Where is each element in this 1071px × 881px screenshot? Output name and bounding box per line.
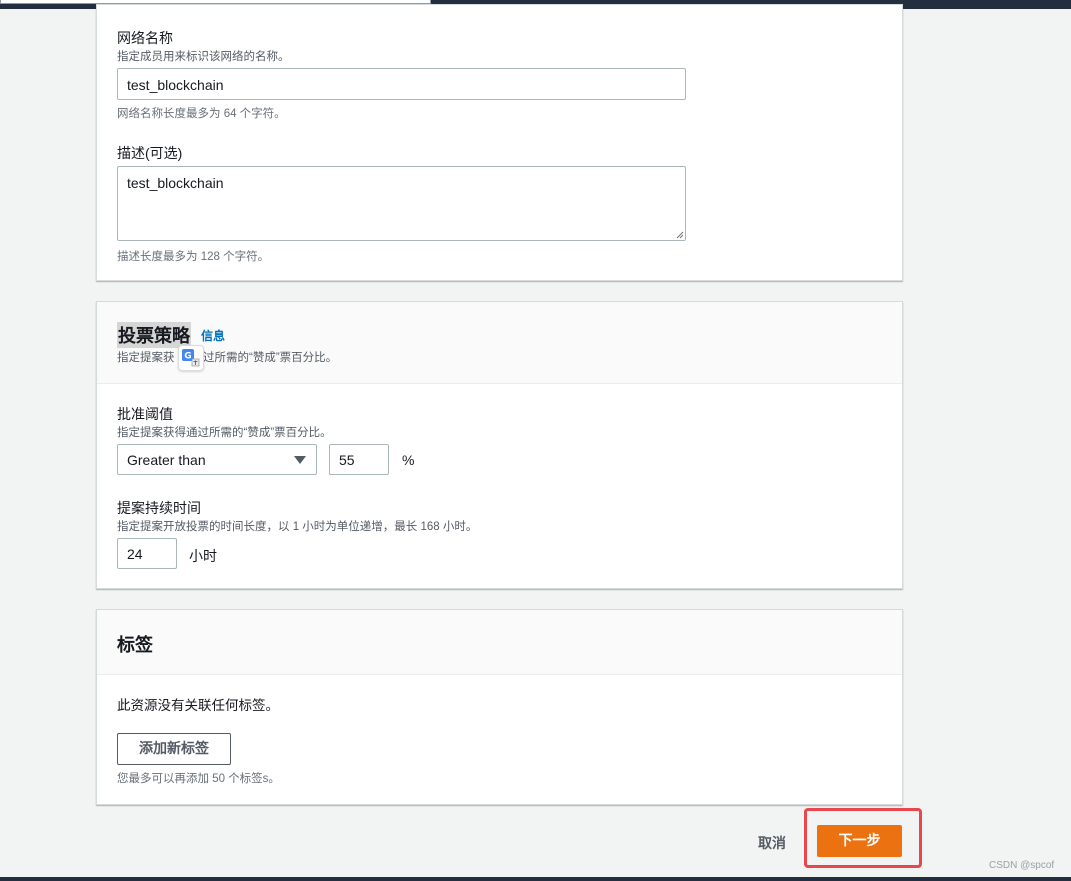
network-name-description: 指定成员用来标识该网络的名称。 <box>117 51 290 63</box>
proposal-duration-unit: 小时 <box>189 548 217 564</box>
proposal-duration-label: 提案持续时间 <box>117 500 201 516</box>
add-new-tag-button[interactable]: 添加新标签 <box>117 733 231 765</box>
network-name-hint: 网络名称长度最多为 64 个字符。 <box>117 108 286 120</box>
voting-policy-panel: 投票策略 信息 指定提案获 过所需的“赞成”票百分比。 G 批准阈值 指定提案获… <box>96 301 903 589</box>
network-details-panel: 网络名称 指定成员用来标识该网络的名称。 test_blockchain 网络名… <box>96 4 903 281</box>
description-hint: 描述长度最多为 128 个字符。 <box>117 251 270 263</box>
google-translate-icon[interactable]: G <box>178 345 204 371</box>
voting-policy-header: 投票策略 信息 指定提案获 过所需的“赞成”票百分比。 G <box>97 302 902 384</box>
bottom-bar <box>0 877 1071 881</box>
csdn-watermark: CSDN @spcof <box>989 860 1055 871</box>
description-text: test_blockchain <box>127 175 224 191</box>
cancel-button[interactable]: 取消 <box>758 833 786 853</box>
next-button[interactable]: 下一步 <box>817 825 902 857</box>
voting-policy-subtitle-left: 指定提案获 <box>117 352 175 364</box>
description-label: 描述(可选) <box>117 145 183 161</box>
tags-header: 标签 <box>97 610 902 675</box>
approval-threshold-description: 指定提案获得通过所需的“赞成”票百分比。 <box>117 427 332 439</box>
proposal-duration-description: 指定提案开放投票的时间长度，以 1 小时为单位递增，最长 168 小时。 <box>117 521 478 533</box>
comparator-select[interactable]: Greater than <box>117 444 317 475</box>
caret-down-icon <box>294 456 306 464</box>
tags-empty-text: 此资源没有关联任何标签。 <box>117 698 279 713</box>
svg-text:G: G <box>184 352 191 362</box>
threshold-percent-unit: % <box>402 452 415 468</box>
tags-title: 标签 <box>117 635 153 655</box>
network-name-label: 网络名称 <box>117 30 173 46</box>
voting-policy-subtitle-right: 过所需的“赞成”票百分比。 <box>203 352 338 364</box>
proposal-duration-input[interactable]: 24 <box>117 538 177 569</box>
approval-threshold-label: 批准阈值 <box>117 406 173 422</box>
threshold-percent-input[interactable]: 55 <box>329 444 389 475</box>
tags-panel: 标签 此资源没有关联任何标签。 添加新标签 您最多可以再添加 50 个标签s。 <box>96 609 903 805</box>
tags-limit-hint: 您最多可以再添加 50 个标签s。 <box>117 773 280 785</box>
resize-handle-icon[interactable] <box>676 231 684 239</box>
voting-policy-title: 投票策略 <box>117 322 191 348</box>
description-textarea[interactable]: test_blockchain <box>117 166 686 241</box>
voting-info-link[interactable]: 信息 <box>201 327 225 344</box>
network-name-input[interactable]: test_blockchain <box>117 68 686 100</box>
comparator-selected-value: Greater than <box>127 452 206 468</box>
